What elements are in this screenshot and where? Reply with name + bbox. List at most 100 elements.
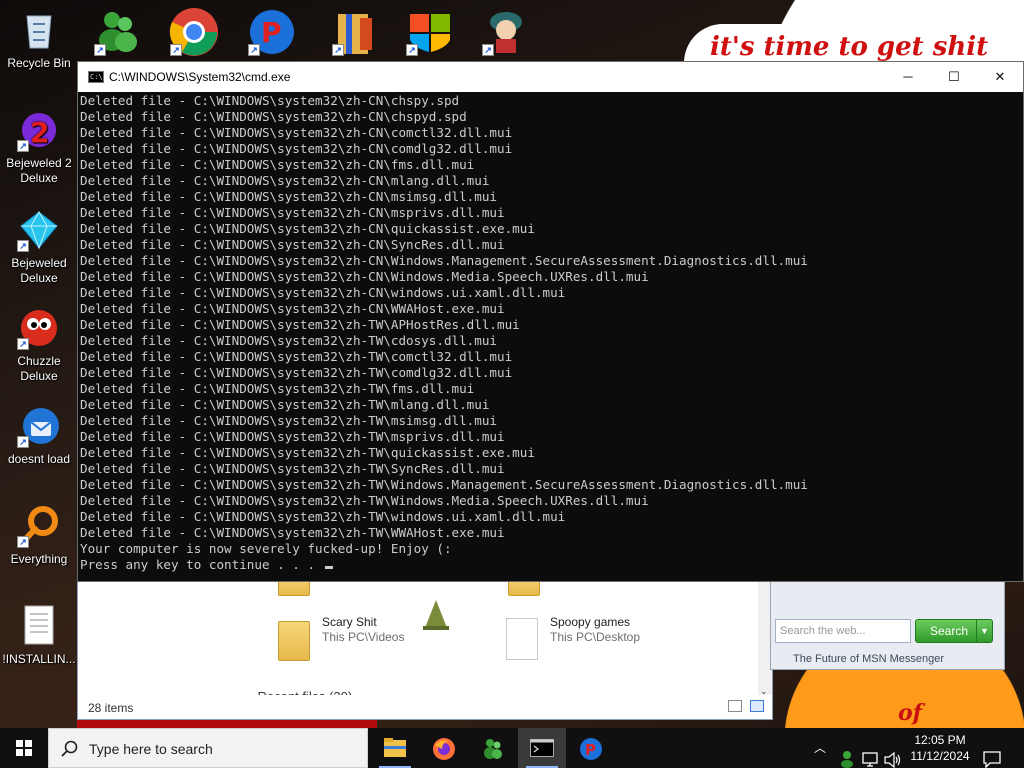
- pinball-icon: P: [580, 738, 602, 760]
- console-line: Deleted file - C:\WINDOWS\system32\zh-TW…: [80, 333, 498, 348]
- console-line: Deleted file - C:\WINDOWS\system32\zh-TW…: [80, 461, 505, 476]
- bejeweled-icon: ↗: [17, 208, 61, 252]
- cmd-icon: [530, 739, 554, 757]
- explorer-item-location: This PC\Videos: [322, 630, 405, 644]
- maximize-button[interactable]: ☐: [931, 62, 977, 92]
- clock-date: 11/12/2024: [910, 749, 970, 763]
- pinball-icon[interactable]: P ↗: [246, 6, 298, 58]
- show-hidden-icons-chevron-icon[interactable]: ︿: [814, 739, 826, 768]
- taskbar-search-box[interactable]: Type here to search: [48, 728, 368, 768]
- windows-shield-icon[interactable]: ↗: [404, 6, 456, 58]
- console-line: Deleted file - C:\WINDOWS\system32\zh-TW…: [80, 349, 513, 364]
- notifications-icon[interactable]: [982, 739, 1002, 768]
- console-line: Deleted file - C:\WINDOWS\system32\zh-TW…: [80, 317, 520, 332]
- text-document-icon: [17, 604, 61, 648]
- console-line: Your computer is now severely fucked-up!…: [80, 541, 452, 556]
- console-line: Deleted file - C:\WINDOWS\system32\zh-TW…: [80, 493, 649, 508]
- desktop-icon-everything[interactable]: ↗ Everything: [0, 504, 78, 567]
- console-line: Deleted file - C:\WINDOWS\system32\zh-TW…: [80, 445, 535, 460]
- msn-search-button[interactable]: Search ▼: [915, 619, 993, 643]
- desktop-icon-chuzzle[interactable]: ↗ Chuzzle Deluxe: [0, 306, 78, 384]
- cmd-window-title: C:\WINDOWS\System32\cmd.exe: [109, 70, 291, 84]
- desktop-icon-label: Bejeweled 2 Deluxe: [6, 156, 72, 185]
- taskbar-file-explorer[interactable]: [371, 728, 419, 768]
- explorer-item-location: This PC\Desktop: [550, 630, 641, 644]
- console-line: Deleted file - C:\WINDOWS\system32\zh-CN…: [80, 109, 467, 124]
- minimize-button[interactable]: ─: [885, 62, 931, 92]
- console-line: Deleted file - C:\WINDOWS\system32\zh-TW…: [80, 429, 505, 444]
- taskbar-pinball[interactable]: P: [567, 728, 615, 768]
- console-line: Deleted file - C:\WINDOWS\system32\zh-CN…: [80, 205, 505, 220]
- taskbar-clock[interactable]: 12:05 PM 11/12/2024: [903, 732, 977, 764]
- text-cursor: [324, 566, 333, 569]
- dropdown-arrow-icon[interactable]: ▼: [976, 620, 992, 642]
- file-explorer-window[interactable]: Scary Shit This PC\Videos Spoopy games T…: [77, 574, 773, 720]
- tiles-view-icon[interactable]: [750, 700, 764, 712]
- desktop-icon-thunderbird[interactable]: ↗ doesnt load: [0, 404, 78, 467]
- desktop-icon-recycle-bin[interactable]: Recycle Bin: [0, 8, 78, 71]
- archive-folder-icon[interactable]: ↗: [330, 6, 382, 58]
- everything-search-icon: ↗: [17, 504, 61, 548]
- desktop-icon-label: !INSTALLIN...: [2, 652, 76, 666]
- document-icon: [506, 618, 538, 660]
- console-line: Deleted file - C:\WINDOWS\system32\zh-TW…: [80, 397, 490, 412]
- file-explorer-icon: [384, 738, 406, 757]
- msn-web-search-input[interactable]: Search the web...: [775, 619, 911, 643]
- taskbar-firefox[interactable]: [420, 728, 468, 768]
- explorer-item-spoopy[interactable]: Spoopy games This PC\Desktop: [550, 615, 640, 644]
- wallpaper-bottom-text: of: [898, 700, 923, 726]
- desktop-icon-label: Bejeweled Deluxe: [11, 256, 67, 285]
- explorer-item-name: Scary Shit: [322, 615, 377, 629]
- svg-text:P: P: [261, 16, 282, 49]
- msn-search-button-label: Search: [930, 624, 969, 638]
- desktop-icon-label: Everything: [10, 552, 68, 566]
- chrome-icon[interactable]: ↗: [168, 6, 220, 58]
- cmd-app-icon: C:\: [88, 71, 104, 83]
- desktop-icon-installing[interactable]: !INSTALLIN...: [0, 604, 78, 667]
- console-output[interactable]: Deleted file - C:\WINDOWS\system32\zh-CN…: [80, 93, 1020, 579]
- close-button[interactable]: ✕: [977, 62, 1023, 92]
- console-line: Deleted file - C:\WINDOWS\system32\zh-TW…: [80, 381, 475, 396]
- explorer-item-name: Spoopy games: [550, 615, 631, 629]
- console-line: Deleted file - C:\WINDOWS\system32\zh-CN…: [80, 301, 505, 316]
- taskbar-msn[interactable]: [469, 728, 517, 768]
- desktop-icon-bejeweled[interactable]: ↗ Bejeweled Deluxe: [0, 208, 78, 286]
- desktop-icon-bejeweled-2[interactable]: 2 ↗ Bejeweled 2 Deluxe: [0, 108, 78, 186]
- network-icon[interactable]: [862, 740, 880, 768]
- msn-promo-panel: Search the web... Search ▼ The Future of…: [770, 580, 1005, 670]
- taskbar: Type here to search P ︿ 12:05 PM 11/12/2…: [0, 728, 1024, 768]
- console-line: Press any key to continue . . .: [80, 557, 1020, 573]
- console-line: Deleted file - C:\WINDOWS\system32\zh-CN…: [80, 173, 490, 188]
- volume-icon[interactable]: [884, 740, 902, 768]
- windows-logo-icon: [16, 740, 32, 756]
- console-line: Deleted file - C:\WINDOWS\system32\zh-CN…: [80, 221, 535, 236]
- explorer-status-bar: 28 items: [78, 695, 772, 719]
- console-line: Deleted file - C:\WINDOWS\system32\zh-CN…: [80, 93, 460, 108]
- console-line: Deleted file - C:\WINDOWS\system32\zh-TW…: [80, 509, 566, 524]
- console-line: Deleted file - C:\WINDOWS\system32\zh-CN…: [80, 253, 808, 268]
- details-view-icon[interactable]: [728, 700, 742, 712]
- search-icon: [61, 740, 78, 757]
- bejeweled2-icon: 2 ↗: [17, 108, 61, 152]
- console-line: Deleted file - C:\WINDOWS\system32\zh-TW…: [80, 365, 513, 380]
- msn-messenger-icon: [484, 739, 502, 759]
- explorer-item-scary[interactable]: Scary Shit This PC\Videos: [322, 615, 404, 644]
- thunderbird-icon: ↗: [17, 404, 61, 448]
- witch-hat-icon: [423, 600, 449, 630]
- chuzzle-icon: ↗: [17, 306, 61, 350]
- desktop-icon-label: Chuzzle Deluxe: [17, 354, 61, 383]
- cmd-window[interactable]: C:\ C:\WINDOWS\System32\cmd.exe ─ ☐ ✕ De…: [77, 61, 1024, 582]
- desktop-icon-label: doesnt load: [7, 452, 71, 466]
- taskbar-search-placeholder: Type here to search: [89, 741, 213, 757]
- svg-text:P: P: [585, 741, 596, 759]
- item-count: 28 items: [88, 701, 134, 715]
- desktop-icon-label: Recycle Bin: [7, 56, 71, 70]
- console-line: Deleted file - C:\WINDOWS\system32\zh-CN…: [80, 141, 513, 156]
- start-button[interactable]: [0, 728, 48, 768]
- console-line: Deleted file - C:\WINDOWS\system32\zh-CN…: [80, 285, 566, 300]
- msn-status-tray-icon[interactable]: [838, 739, 856, 768]
- msn-messenger-icon[interactable]: ↗: [92, 6, 144, 58]
- anime-character-icon[interactable]: ↗: [480, 6, 532, 58]
- cmd-titlebar[interactable]: C:\ C:\WINDOWS\System32\cmd.exe ─ ☐ ✕: [78, 62, 1023, 92]
- taskbar-cmd[interactable]: [518, 728, 566, 768]
